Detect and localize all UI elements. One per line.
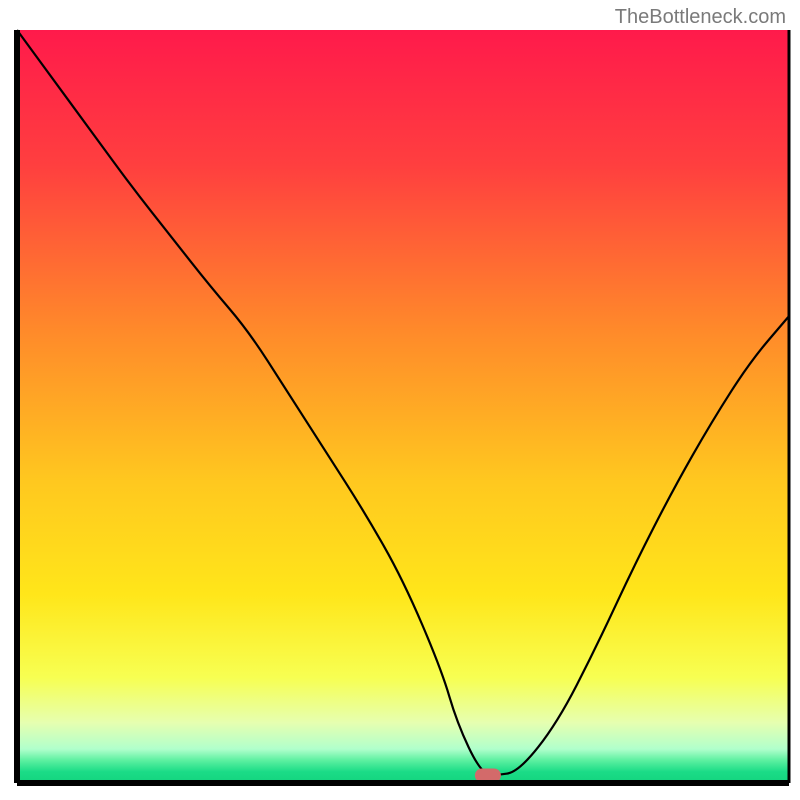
chart-svg [0,0,800,800]
bottleneck-chart: TheBottleneck.com [0,0,800,800]
watermark-text: TheBottleneck.com [615,6,786,29]
gradient-background [17,30,789,783]
